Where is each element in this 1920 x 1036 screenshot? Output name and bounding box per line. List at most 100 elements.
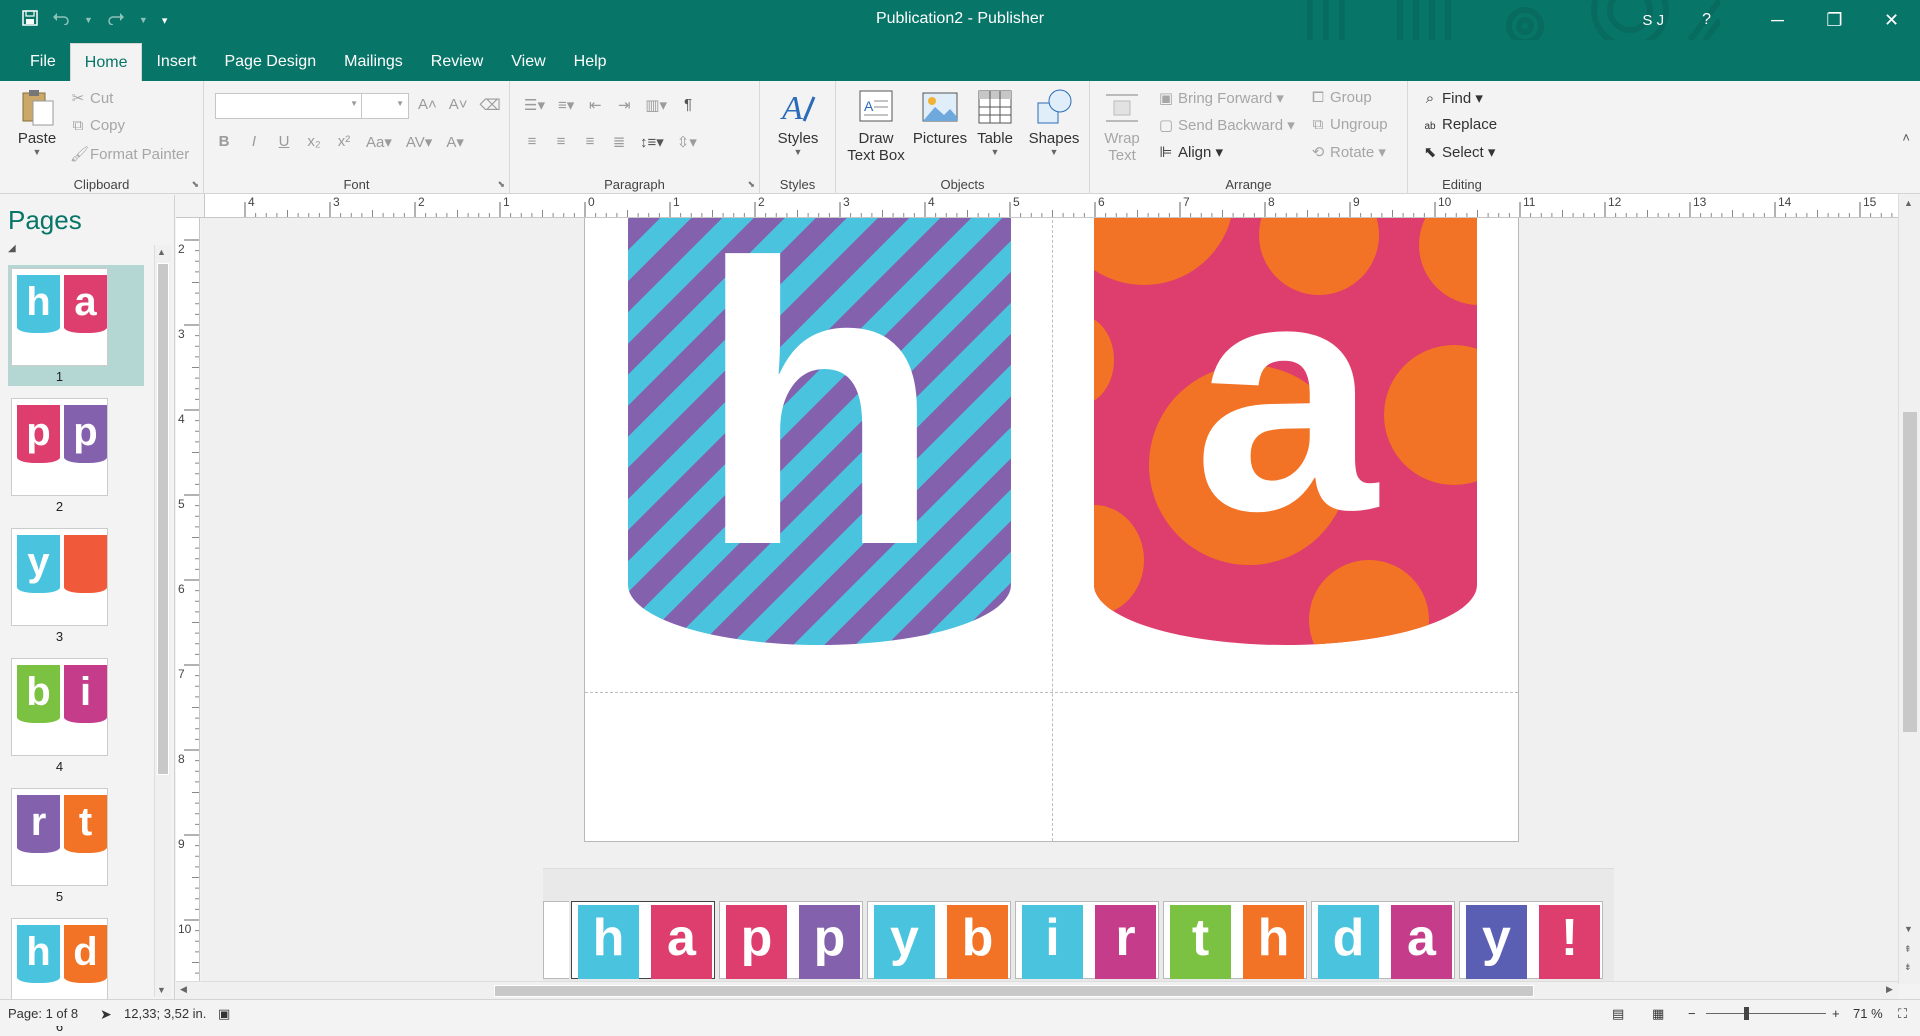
bring-forward-button[interactable]: ▣ Bring Forward ▾ (1158, 89, 1284, 107)
banner-flag-left[interactable]: h (628, 218, 1011, 645)
collapse-ribbon-icon[interactable]: ˄ (1902, 130, 1910, 145)
redo-dropdown-icon[interactable]: ▼ (139, 15, 148, 25)
undo-dropdown-icon[interactable]: ▼ (84, 15, 93, 25)
character-spacing-icon[interactable]: AV▾ (406, 133, 432, 151)
page-thumbnail-1[interactable]: ha 1 (8, 265, 144, 386)
banner-preview-page[interactable]: y! (1459, 901, 1603, 979)
subscript-icon[interactable]: x₂ (306, 133, 322, 151)
decrease-indent-icon[interactable]: ⇤ (587, 96, 603, 114)
main-vertical-scroll-thumb[interactable] (1903, 412, 1917, 732)
clipboard-launcher-icon[interactable]: ⬊ (191, 179, 199, 190)
tab-home[interactable]: Home (69, 43, 143, 81)
next-page-icon[interactable]: ⇟ (1904, 962, 1912, 973)
align-button[interactable]: ⊫ Align ▾ (1158, 143, 1223, 161)
table-button[interactable]: Table ▼ (972, 87, 1018, 157)
banner-preview-page[interactable]: da (1311, 901, 1455, 979)
tab-view[interactable]: View (497, 43, 559, 81)
vertical-ruler[interactable]: 2 3 4 5 6 7 8 9 10 (176, 218, 200, 984)
zoom-level[interactable]: 71 % (1853, 1006, 1883, 1021)
ungroup-button[interactable]: ⧉ Ungroup (1310, 116, 1388, 133)
horizontal-ruler[interactable]: 4 3 2 1 0 1 2 3 4 5 6 7 8 9 10 11 12 13 14 15 (205, 194, 1898, 218)
customize-qat-icon[interactable]: ▾ (162, 14, 168, 27)
fit-page-icon[interactable]: ⛶ (1898, 1006, 1907, 1022)
banner-preview-page[interactable]: pp (719, 901, 863, 979)
zoom-slider-thumb[interactable] (1744, 1007, 1749, 1020)
previous-page-icon[interactable]: ⇞ (1904, 944, 1912, 955)
paste-button[interactable]: Paste ▼ (12, 87, 62, 157)
paragraph-launcher-icon[interactable]: ⬊ (747, 179, 755, 190)
pictures-button[interactable]: Pictures (910, 87, 970, 147)
align-center-icon[interactable]: ≡ (553, 133, 569, 151)
tab-review[interactable]: Review (417, 43, 497, 81)
banner-preview-page[interactable]: ir (1015, 901, 1159, 979)
paragraph-spacing-icon[interactable]: ⇳▾ (677, 133, 697, 151)
draw-text-box-button[interactable]: A Draw Text Box (846, 87, 906, 164)
publication-page[interactable]: h a (584, 218, 1519, 842)
italic-icon[interactable]: I (246, 133, 262, 151)
underline-icon[interactable]: U (276, 133, 292, 151)
undo-icon[interactable] (52, 11, 70, 30)
justify-icon[interactable]: ≣ (611, 133, 627, 151)
restore-button[interactable]: ❐ (1806, 10, 1863, 31)
align-left-icon[interactable]: ≡ (524, 133, 540, 151)
page-thumbnail-3[interactable]: y3 (8, 525, 144, 646)
clear-formatting-icon[interactable]: ⌫ (480, 96, 501, 114)
page-thumbnail-4[interactable]: bi 4 (8, 655, 144, 776)
tab-insert[interactable]: Insert (142, 43, 210, 81)
font-family-select[interactable]: ▼ (215, 93, 363, 119)
format-painter-button[interactable]: 🖌Format Painter (70, 145, 189, 163)
tab-help[interactable]: Help (560, 43, 621, 81)
two-page-view-icon[interactable]: ▦ (1652, 1006, 1664, 1022)
shapes-button[interactable]: Shapes ▼ (1024, 87, 1084, 157)
scroll-down-icon[interactable]: ▼ (157, 985, 166, 995)
change-case-icon[interactable]: Aa▾ (366, 133, 392, 151)
find-button[interactable]: ⌕ Find ▾ (1422, 89, 1483, 107)
replace-button[interactable]: ab Replace (1422, 116, 1497, 133)
banner-preview-page[interactable]: th (1163, 901, 1307, 979)
numbering-icon[interactable]: ≡▾ (558, 96, 574, 114)
increase-indent-icon[interactable]: ⇥ (616, 96, 632, 114)
banner-preview-page[interactable]: yb (867, 901, 1011, 979)
redo-icon[interactable] (107, 11, 125, 30)
close-button[interactable]: ✕ (1863, 10, 1920, 31)
wrap-text-button[interactable]: Wrap Text (1102, 87, 1142, 164)
group-button[interactable]: ⧠ Group (1310, 89, 1372, 106)
page-info[interactable]: Page: 1 of 8 (8, 1006, 78, 1021)
cut-button[interactable]: ✂ Cut (70, 89, 114, 107)
scroll-right-icon[interactable]: ▶ (1886, 984, 1893, 995)
scroll-down-icon[interactable]: ▼ (1904, 924, 1913, 934)
align-right-icon[interactable]: ≡ (582, 133, 598, 151)
grow-font-icon[interactable]: A˄ (418, 96, 437, 114)
tab-mailings[interactable]: Mailings (330, 43, 417, 81)
font-launcher-icon[interactable]: ⬊ (497, 179, 505, 190)
pages-scrollbar[interactable]: ▲ ▼ (154, 245, 171, 997)
font-size-select[interactable]: ▼ (361, 93, 409, 119)
scroll-up-icon[interactable]: ▲ (1904, 198, 1913, 208)
main-horizontal-scroll-thumb[interactable] (494, 985, 1534, 997)
styles-button[interactable]: A Styles ▼ (768, 87, 828, 157)
zoom-out-icon[interactable]: − (1688, 1006, 1696, 1021)
shrink-font-icon[interactable]: A˅ (449, 96, 468, 114)
scroll-left-icon[interactable]: ◀ (180, 984, 187, 995)
bold-icon[interactable]: B (216, 133, 232, 151)
workspace[interactable]: h a h a p p y b i r t h d a y! (201, 218, 1898, 981)
help-button[interactable]: ? (1702, 11, 1711, 29)
banner-flag-right[interactable]: a (1094, 218, 1477, 645)
page-thumbnail-2[interactable]: pp 2 (8, 395, 144, 516)
line-spacing-icon[interactable]: ↕≡▾ (640, 133, 664, 151)
font-color-icon[interactable]: A▾ (446, 133, 464, 151)
main-horizontal-scrollbar[interactable]: ◀ ▶ (176, 981, 1898, 999)
select-button[interactable]: ⬉ Select ▾ (1422, 143, 1496, 161)
minimize-button[interactable]: ─ (1749, 10, 1806, 31)
tab-page-design[interactable]: Page Design (210, 43, 330, 81)
pilcrow-icon[interactable]: ¶ (680, 96, 696, 114)
zoom-slider-track[interactable] (1706, 1013, 1826, 1014)
scroll-up-icon[interactable]: ▲ (157, 247, 166, 257)
collapse-triangle-icon[interactable]: ◢ (8, 243, 16, 254)
single-page-view-icon[interactable]: ▤ (1612, 1006, 1624, 1022)
rotate-button[interactable]: ⟲ Rotate ▾ (1310, 143, 1386, 161)
page-thumbnail-5[interactable]: rt 5 (8, 785, 144, 906)
copy-button[interactable]: ⧉ Copy (70, 117, 125, 134)
send-backward-button[interactable]: ▢ Send Backward ▾ (1158, 116, 1295, 134)
banner-preview-page[interactable]: ha (571, 901, 715, 979)
